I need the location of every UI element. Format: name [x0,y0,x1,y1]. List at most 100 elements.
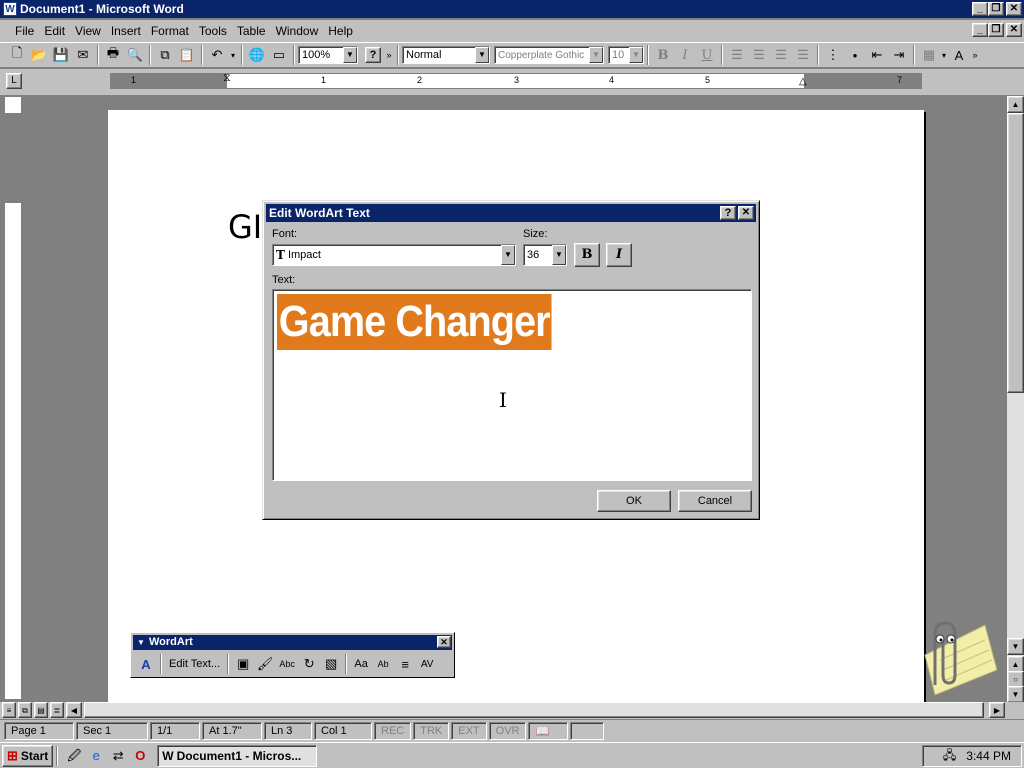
cancel-button[interactable]: Cancel [678,490,752,512]
menu-file[interactable]: File [10,24,39,38]
more-buttons-icon[interactable]: » [384,44,394,66]
doc-close-button[interactable]: ✕ [1006,23,1022,37]
menu-help[interactable]: Help [323,24,358,38]
menu-insert[interactable]: Insert [106,24,146,38]
undo-dropdown-icon[interactable]: ▾ [228,44,238,66]
h-scroll-track[interactable] [84,702,984,718]
dialog-close-button[interactable]: ✕ [738,206,754,220]
title-bar[interactable]: W Document1 - Microsoft Word _ ❐ ✕ [0,0,1024,18]
next-page-button[interactable]: ▼ [1007,686,1024,703]
save-icon[interactable]: 💾 [50,44,72,66]
borders-icon[interactable]: ▦ [918,44,940,66]
office-assistant-clippy-icon[interactable] [905,615,997,695]
document-text[interactable]: GI [228,208,262,246]
help-icon[interactable]: ? [362,44,384,66]
new-document-icon[interactable]: 🗋 [6,44,28,66]
wordart-shape-icon[interactable]: Abc [276,653,298,675]
right-indent-marker[interactable]: △ [799,76,807,87]
same-letter-heights-icon[interactable]: Aa [350,653,372,675]
chevron-down-icon[interactable]: ▼ [589,47,603,63]
menu-edit[interactable]: Edit [39,24,70,38]
horizontal-ruler[interactable]: 1 1 2 3 4 5 7 ⧖ △ [110,72,922,89]
character-spacing-icon[interactable]: AV [416,653,438,675]
chevron-down-icon[interactable]: ▼ [475,47,489,63]
status-rec[interactable]: REC [374,722,412,740]
increase-indent-icon[interactable]: ⇥ [888,44,910,66]
scroll-up-button[interactable]: ▲ [1007,96,1024,113]
wordart-toolbar-title-bar[interactable]: ▼ WordArt ✕ [133,635,452,650]
wordart-text-selection[interactable]: Game Changer [277,294,552,350]
internet-explorer-icon[interactable]: e [87,747,105,765]
undo-icon[interactable]: ↶ [206,44,228,66]
paste-icon[interactable]: 📋 [176,44,198,66]
print-icon[interactable]: 🖶 [102,44,124,66]
minimize-button[interactable]: _ [972,2,988,16]
print-layout-view-button[interactable]: ▤ [34,702,48,718]
tab-stop-selector[interactable]: L [6,73,22,89]
format-wordart-icon[interactable]: 🖌 [254,653,276,675]
align-left-icon[interactable]: ☰ [726,44,748,66]
tables-borders-icon[interactable]: ▭ [268,44,290,66]
menu-table[interactable]: Table [232,24,271,38]
vertical-text-icon[interactable]: Ab [372,653,394,675]
print-preview-icon[interactable]: 🔍 [124,44,146,66]
numbering-icon[interactable]: ⋮ [822,44,844,66]
dialog-help-button[interactable]: ? [720,206,736,220]
wordart-bold-button[interactable]: B [574,243,600,267]
scroll-thumb[interactable] [1007,113,1024,393]
status-ext[interactable]: EXT [451,722,487,740]
wordart-italic-button[interactable]: I [606,243,632,267]
decrease-indent-icon[interactable]: ⇤ [866,44,888,66]
menu-view[interactable]: View [70,24,106,38]
open-icon[interactable]: 📂 [28,44,50,66]
wordart-alignment-icon[interactable]: ≡ [394,653,416,675]
free-rotate-icon[interactable]: ↻ [298,653,320,675]
font-color-icon[interactable]: A [948,44,970,66]
vertical-ruler[interactable] [4,96,22,700]
dialog-title-bar[interactable]: Edit WordArt Text ? ✕ [266,204,756,222]
insert-wordart-icon[interactable]: A [135,653,157,675]
chevron-down-icon[interactable]: ▼ [501,245,515,265]
scroll-left-button[interactable]: ◀ [66,702,82,718]
bullets-icon[interactable]: • [844,44,866,66]
web-layout-view-button[interactable]: ⧉ [18,702,32,718]
toolbar-menu-icon[interactable]: ▼ [137,635,145,650]
align-center-icon[interactable]: ☰ [748,44,770,66]
wordart-size-select[interactable]: 36 ▼ [523,244,567,266]
email-icon[interactable]: ✉ [72,44,94,66]
wordart-text-input[interactable]: Game Changer I [272,289,752,481]
doc-minimize-button[interactable]: _ [972,23,988,37]
start-button[interactable]: ⊞ Start [2,744,54,767]
menu-tools[interactable]: Tools [194,24,232,38]
taskbar-item-word[interactable]: W Document1 - Micros... [157,744,318,767]
edit-text-button[interactable]: Edit Text... [165,658,224,670]
vertical-scrollbar[interactable]: ▲ ▼ ▲ ○ ▼ [1007,96,1024,703]
style-select[interactable]: Normal ▼ [402,46,490,64]
outline-view-button[interactable]: ≣ [50,702,64,718]
horizontal-scrollbar[interactable]: ≡ ⧉ ▤ ≣ ◀ ▶ [0,702,1024,719]
spelling-status-icon[interactable]: 📖 [528,722,569,740]
restore-button[interactable]: ❐ [988,2,1004,16]
justify-icon[interactable]: ☰ [792,44,814,66]
ok-button[interactable]: OK [597,490,671,512]
italic-button[interactable]: I [674,44,696,66]
borders-dropdown-icon[interactable]: ▾ [940,44,948,66]
menu-format[interactable]: Format [146,24,194,38]
font-size-select[interactable]: 10 ▼ [608,46,644,64]
more-buttons-icon[interactable]: » [970,44,980,66]
scroll-down-button[interactable]: ▼ [1007,638,1024,655]
chevron-down-icon[interactable]: ▼ [343,47,357,63]
tray-network-icon[interactable]: 🖧 [943,746,956,767]
first-line-indent-marker[interactable]: ⧖ [223,72,231,85]
status-ovr[interactable]: OVR [488,722,527,740]
close-button[interactable]: ✕ [1006,2,1022,16]
channels-icon[interactable]: ⇄ [109,747,127,765]
copy-icon[interactable]: ⧉ [154,44,176,66]
bold-button[interactable]: B [652,44,674,66]
underline-button[interactable]: U [696,44,718,66]
scroll-right-button[interactable]: ▶ [989,702,1005,718]
opera-icon[interactable]: O [131,747,149,765]
web-toolbar-icon[interactable]: 🌐 [246,44,268,66]
word-app-icon[interactable]: W [3,2,17,16]
show-desktop-icon[interactable]: 🖉 [65,747,83,765]
